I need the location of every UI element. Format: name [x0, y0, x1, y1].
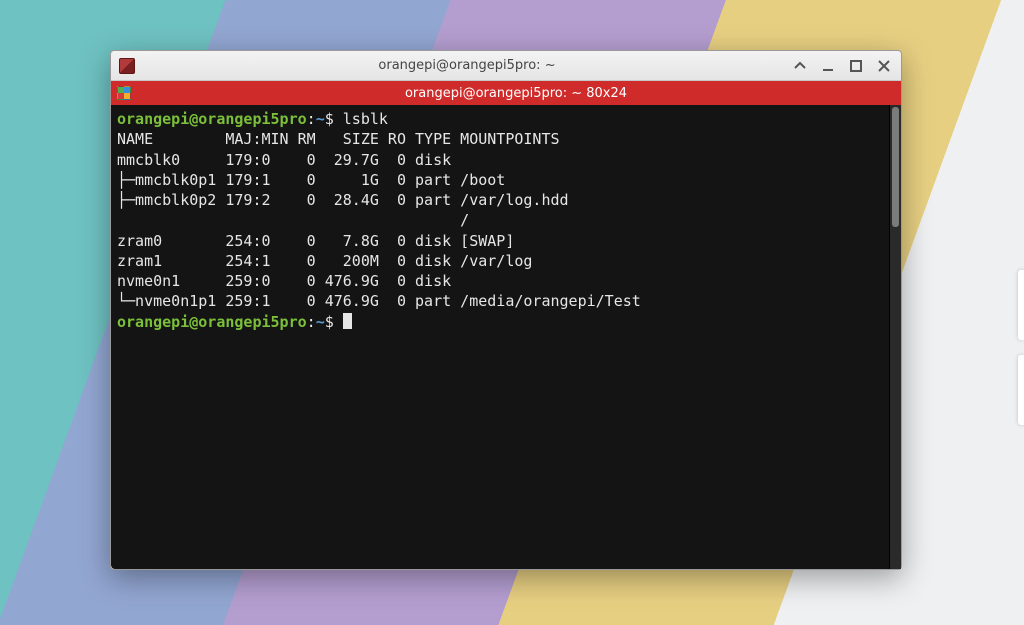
maximize-button[interactable] — [847, 57, 865, 75]
prompt-user-host: orangepi@orangepi5pro — [117, 313, 307, 331]
desktop-edge-indicator — [1018, 270, 1024, 340]
lsblk-row: mmcblk0 179:0 0 29.7G 0 disk — [117, 151, 460, 169]
close-button[interactable] — [875, 57, 893, 75]
prompt-user-host: orangepi@orangepi5pro — [117, 110, 307, 128]
tab-session-icon — [117, 86, 131, 100]
prompt-colon: : — [307, 110, 316, 128]
lsblk-row: └─nvme0n1p1 259:1 0 476.9G 0 part /media… — [117, 292, 641, 310]
lsblk-row: zram0 254:0 0 7.8G 0 disk [SWAP] — [117, 232, 514, 250]
terminal-app-icon — [119, 58, 135, 74]
command-text: lsblk — [343, 110, 388, 128]
window-controls — [791, 57, 893, 75]
window-titlebar[interactable]: orangepi@orangepi5pro: ~ — [111, 51, 901, 81]
lsblk-row: ├─mmcblk0p1 179:1 0 1G 0 part /boot — [117, 171, 505, 189]
terminal-client-area: orangepi@orangepi5pro:~$ lsblk NAME MAJ:… — [111, 105, 901, 569]
desktop-background: orangepi@orangepi5pro: ~ orangepi@orange… — [0, 0, 1024, 625]
desktop-edge-indicator — [1018, 355, 1024, 425]
terminal-window: orangepi@orangepi5pro: ~ orangepi@orange… — [110, 50, 902, 570]
lsblk-header: NAME MAJ:MIN RM SIZE RO TYPE MOUNTPOINTS — [117, 130, 560, 148]
prompt-path: ~ — [316, 110, 325, 128]
prompt-path: ~ — [316, 313, 325, 331]
prompt-colon: : — [307, 313, 316, 331]
lsblk-row: zram1 254:1 0 200M 0 disk /var/log — [117, 252, 532, 270]
rollup-button[interactable] — [791, 57, 809, 75]
minimize-button[interactable] — [819, 57, 837, 75]
tab-title[interactable]: orangepi@orangepi5pro: ~ 80x24 — [137, 87, 895, 100]
lsblk-row: / — [117, 211, 469, 229]
window-title: orangepi@orangepi5pro: ~ — [143, 59, 791, 72]
prompt-symbol: $ — [325, 313, 334, 331]
terminal-scrollbar[interactable] — [889, 105, 901, 569]
terminal-cursor — [343, 313, 352, 329]
prompt-symbol: $ — [325, 110, 334, 128]
lsblk-row: ├─mmcblk0p2 179:2 0 28.4G 0 part /var/lo… — [117, 191, 569, 209]
terminal-output[interactable]: orangepi@orangepi5pro:~$ lsblk NAME MAJ:… — [111, 105, 889, 569]
scrollbar-thumb[interactable] — [892, 107, 899, 227]
lsblk-row: nvme0n1 259:0 0 476.9G 0 disk — [117, 272, 460, 290]
terminal-tabbar: orangepi@orangepi5pro: ~ 80x24 — [111, 81, 901, 105]
